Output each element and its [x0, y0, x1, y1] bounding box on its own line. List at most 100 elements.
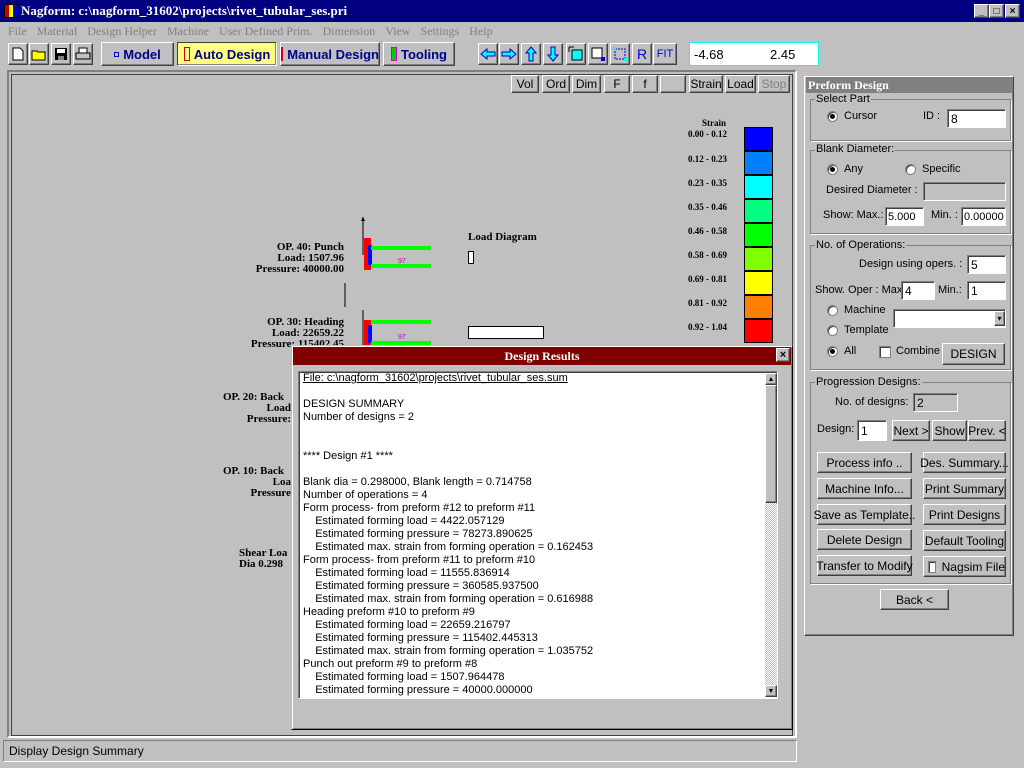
menu-settings[interactable]: Settings	[421, 24, 460, 39]
scroll-down-icon[interactable]: ▼	[765, 685, 777, 697]
vol-button[interactable]: Vol	[511, 75, 539, 93]
machine-radio[interactable]	[827, 305, 838, 316]
arrow-right-icon[interactable]	[499, 43, 519, 65]
redraw-button[interactable]: R	[632, 43, 652, 65]
arrow-left-icon[interactable]	[478, 43, 498, 65]
desired-diameter-label: Desired Diameter :	[826, 184, 918, 196]
op40-shank-top	[371, 246, 431, 250]
menu-material[interactable]: Material	[37, 24, 78, 39]
blank-view-button[interactable]	[660, 75, 686, 93]
app-icon[interactable]	[4, 4, 18, 18]
new-file-icon[interactable]	[8, 43, 28, 65]
zoom-out-icon[interactable]	[588, 43, 608, 65]
design-button[interactable]: DESIGN	[942, 343, 1005, 365]
any-radio[interactable]	[827, 164, 838, 175]
specific-radio[interactable]	[905, 164, 916, 175]
transfer-to-modify-button[interactable]: Transfer to Modify	[816, 555, 913, 576]
blank-min-label: Min. :	[931, 209, 958, 221]
close-button[interactable]: ×	[1005, 4, 1020, 18]
strain-button[interactable]: Strain	[689, 75, 723, 93]
text-line: Number of operations = 4	[303, 489, 428, 501]
manual-design-label: Manual Design	[287, 46, 379, 62]
process-info-button[interactable]: Process info ..	[817, 452, 912, 473]
manual-design-mode-button[interactable]: Manual Design	[280, 42, 380, 66]
f-lower-button[interactable]: f	[632, 75, 658, 93]
print-summary-button[interactable]: Print Summary	[923, 478, 1006, 499]
coord-x: -4.68	[694, 46, 724, 62]
back-button[interactable]: Back <	[880, 589, 949, 610]
text-line: **** Design #1 ****	[303, 450, 393, 462]
minimize-button[interactable]: _	[974, 4, 989, 18]
auto-design-mode-button[interactable]: Auto Design	[177, 42, 277, 66]
menu-help[interactable]: Help	[469, 24, 492, 39]
nagsim-checkbox[interactable]	[928, 560, 936, 573]
zoom-in-icon[interactable]	[610, 43, 630, 65]
show-button[interactable]: Show	[932, 420, 967, 441]
arrow-down-icon[interactable]	[543, 43, 563, 65]
print-icon[interactable]	[73, 43, 93, 65]
text-line: DESIGN SUMMARY	[303, 398, 405, 410]
open-folder-icon[interactable]	[29, 43, 49, 65]
menu-dimension[interactable]: Dimension	[323, 24, 376, 39]
f-upper-button[interactable]: F	[604, 75, 630, 93]
menu-machine[interactable]: Machine	[167, 24, 209, 39]
legend-range: 0.92 - 1.04	[688, 322, 727, 332]
desired-diameter-input[interactable]	[923, 182, 1006, 201]
all-radio[interactable]	[827, 346, 838, 357]
op40-part-label: 97	[398, 258, 406, 265]
cursor-radio[interactable]	[827, 111, 838, 122]
load-bar-op40	[468, 251, 474, 264]
maximize-button[interactable]: □	[989, 4, 1004, 18]
fit-button[interactable]: FIT	[653, 43, 677, 65]
scroll-thumb[interactable]	[765, 385, 777, 503]
legend-range: 0.35 - 0.46	[688, 202, 727, 212]
scroll-up-icon[interactable]: ▲	[765, 373, 777, 385]
machine-info-button[interactable]: Machine Info...	[817, 478, 912, 499]
delete-design-button[interactable]: Delete Design	[817, 529, 912, 550]
machine-template-select[interactable]	[893, 309, 1006, 328]
menu-file[interactable]: File	[8, 24, 27, 39]
progression-label: Progression Designs:	[815, 376, 922, 388]
menu-view[interactable]: View	[385, 24, 410, 39]
design-number-input[interactable]: 1	[857, 420, 887, 441]
model-mode-button[interactable]: Model	[101, 42, 174, 66]
text-line: Estimated forming pressure = 115402.4453…	[303, 632, 538, 644]
design-summary-text[interactable]: File: c:\nagform_31602\projects\rivet_tu…	[298, 371, 778, 699]
load-button[interactable]: Load	[725, 75, 756, 93]
arrow-up-icon[interactable]	[521, 43, 541, 65]
show-max-label: Show: Max.:	[823, 209, 884, 221]
chevron-down-icon[interactable]: ▾	[994, 311, 1005, 326]
stop-button[interactable]: Stop	[758, 75, 790, 93]
next-button[interactable]: Next >	[892, 420, 930, 441]
des-summary-button[interactable]: Des. Summary...	[920, 452, 1009, 473]
dialog-title: Design Results	[293, 347, 791, 365]
legend-swatch	[744, 271, 773, 295]
nagsim-file-toggle[interactable]: Nagsim File	[923, 556, 1006, 577]
print-designs-button[interactable]: Print Designs	[923, 504, 1006, 525]
save-disk-icon[interactable]	[51, 43, 71, 65]
prev-button[interactable]: Prev. <	[968, 420, 1006, 441]
num-designs-input[interactable]: 2	[913, 393, 958, 412]
dim-button[interactable]: Dim	[572, 75, 601, 93]
legend-swatch	[744, 247, 773, 271]
blank-min-input[interactable]: 0.00000	[961, 207, 1006, 226]
dialog-close-icon[interactable]: ×	[776, 348, 790, 362]
zoom-window-icon[interactable]	[566, 43, 586, 65]
ord-button[interactable]: Ord	[542, 75, 570, 93]
oper-min-input[interactable]: 1	[967, 281, 1006, 300]
coordinate-readout: -4.68 2.45	[689, 42, 819, 66]
id-input[interactable]: 8	[947, 109, 1006, 128]
tooling-mode-button[interactable]: Tooling	[383, 42, 455, 66]
oper-max-input[interactable]: 4	[901, 281, 935, 300]
template-radio[interactable]	[827, 325, 838, 336]
design-using-input[interactable]: 5	[967, 255, 1006, 274]
status-bar: Display Design Summary	[3, 740, 797, 762]
blank-max-input[interactable]: 5.000	[885, 207, 924, 226]
menu-design-helper[interactable]: Design Helper	[87, 24, 157, 39]
default-tooling-button[interactable]: Default Tooling	[923, 530, 1006, 551]
save-as-template-button[interactable]: Save as Template..	[814, 504, 915, 525]
menu-user-defined-prim[interactable]: User Defined Prim.	[219, 24, 313, 39]
combine-checkbox[interactable]	[879, 346, 891, 358]
coord-y: 2.45	[770, 46, 796, 62]
text-line	[299, 437, 777, 450]
